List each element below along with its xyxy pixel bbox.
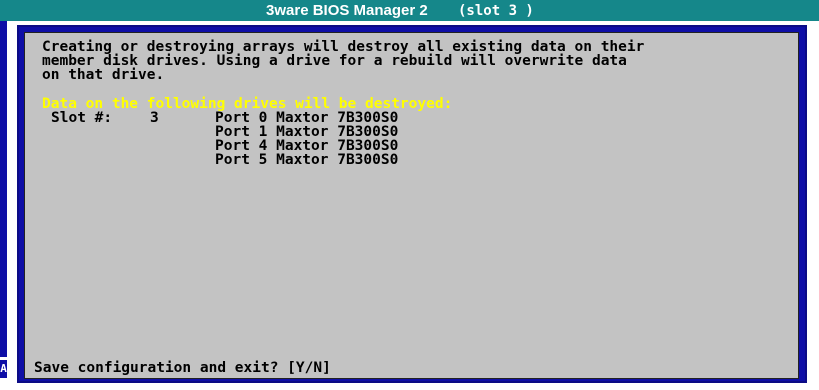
slot-number: 3 <box>150 110 159 126</box>
bios-screen: 3ware BIOS Manager 2 (slot 3 ) A Creatin… <box>0 0 819 390</box>
title-bar: 3ware BIOS Manager 2 (slot 3 ) <box>0 0 819 21</box>
app-title: 3ware BIOS Manager 2 <box>266 2 428 19</box>
message-line-2: member disk drives. Using a drive for a … <box>42 53 627 69</box>
left-blue-column <box>0 21 7 357</box>
message-line-1: Creating or destroying arrays will destr… <box>42 39 645 55</box>
drive-list-item: Port 1 Maxtor 7B300S0 <box>215 124 399 140</box>
drive-list-item: Port 4 Maxtor 7B300S0 <box>215 138 399 154</box>
slot-indicator: (slot 3 ) <box>458 3 534 19</box>
slot-label: Slot #: <box>51 110 113 126</box>
drive-letter-marker: A <box>0 360 7 378</box>
confirmation-dialog <box>24 32 799 379</box>
destroy-warning: Data on the following drives will be des… <box>42 96 453 112</box>
drive-list-item: Port 5 Maxtor 7B300S0 <box>215 152 399 168</box>
drive-list-item: Port 0 Maxtor 7B300S0 <box>215 110 399 126</box>
left-strip: A <box>0 21 7 390</box>
message-line-3: on that drive. <box>42 67 165 83</box>
save-exit-prompt[interactable]: Save configuration and exit? [Y/N] <box>34 360 331 376</box>
